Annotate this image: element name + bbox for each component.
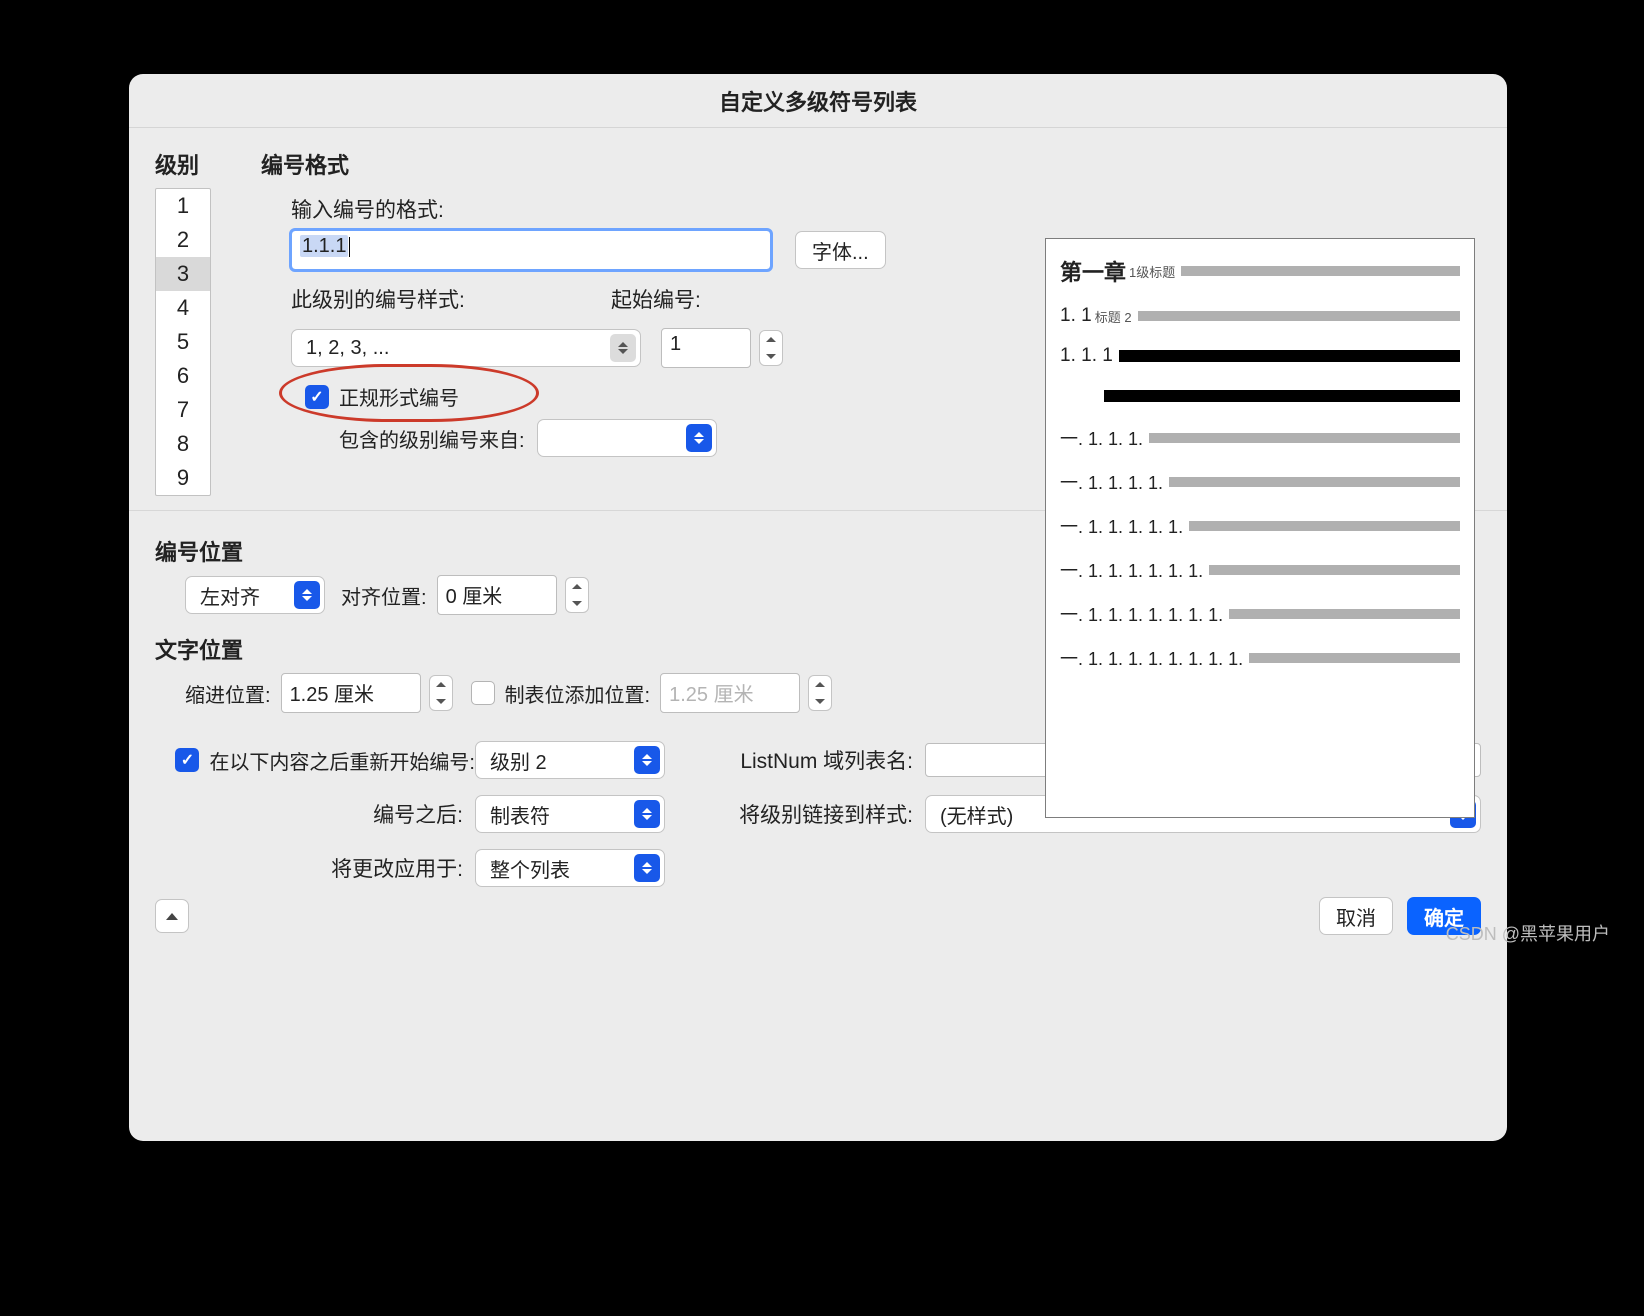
start-at-label: 起始编号: <box>611 284 701 314</box>
level-item-1[interactable]: 1 <box>156 189 210 223</box>
apply-to-value: 整个列表 <box>490 854 570 883</box>
level-item-5[interactable]: 5 <box>156 325 210 359</box>
preview-l1-num: 第一章 <box>1060 255 1126 287</box>
level-item-6[interactable]: 6 <box>156 359 210 393</box>
chevron-updown-icon <box>634 746 660 774</box>
dialog-window: 自定义多级符号列表 级别 1 2 3 4 5 6 7 8 9 <box>129 74 1507 1141</box>
legal-format-checkbox[interactable]: ✓ <box>305 385 329 409</box>
enter-format-label: 输入编号的格式: <box>291 194 444 224</box>
chevron-updown-icon <box>634 800 660 828</box>
alignment-value: 左对齐 <box>200 581 260 610</box>
chevron-updown-icon <box>610 334 636 362</box>
legal-format-label: 正规形式编号 <box>339 382 459 411</box>
number-style-value: 1, 2, 3, ... <box>306 337 389 360</box>
restart-label: 在以下内容之后重新开始编号: <box>209 746 475 775</box>
chevron-updown-icon <box>634 854 660 882</box>
start-at-stepper[interactable] <box>759 330 783 366</box>
watermark: CSDN @黑苹果用户 <box>1446 920 1610 946</box>
restart-checkbox[interactable]: ✓ <box>175 748 199 772</box>
preview-l8: 一. 1. 1. 1. 1. 1. 1. <box>1060 557 1203 583</box>
preview-l1-sub: 1级标题 <box>1129 262 1175 281</box>
link-style-label: 将级别链接到样式: <box>715 799 925 829</box>
preview-l5: 一. 1. 1. 1. <box>1060 425 1143 451</box>
dialog-title: 自定义多级符号列表 <box>129 74 1507 128</box>
include-from-select[interactable] <box>537 419 717 457</box>
preview-pane: 第一章1级标题 1. 1标题 2 1. 1. 1 一. 1. 1. 1. 一. … <box>1045 238 1475 818</box>
apply-to-label: 将更改应用于: <box>155 853 475 883</box>
level-item-2[interactable]: 2 <box>156 223 210 257</box>
preview-l2-num: 1. 1 <box>1060 305 1092 327</box>
preview-l3-num: 1. 1. 1 <box>1060 345 1113 367</box>
align-at-stepper[interactable] <box>565 577 589 613</box>
tab-add-label: 制表位添加位置: <box>505 679 651 708</box>
link-style-value: (无样式) <box>940 800 1013 829</box>
tab-add-input: 1.25 厘米 <box>660 673 800 713</box>
listnum-label: ListNum 域列表名: <box>715 745 925 775</box>
after-number-label: 编号之后: <box>155 799 475 829</box>
indent-at-input[interactable]: 1.25 厘米 <box>281 673 421 713</box>
align-at-input[interactable]: 0 厘米 <box>437 575 557 615</box>
number-style-label: 此级别的编号样式: <box>291 284 591 314</box>
format-header: 编号格式 <box>261 148 965 180</box>
after-number-value: 制表符 <box>490 800 550 829</box>
start-at-input[interactable]: 1 <box>661 328 751 368</box>
preview-l7: 一. 1. 1. 1. 1. 1. <box>1060 513 1183 539</box>
restart-level-select[interactable]: 级别 2 <box>475 741 665 779</box>
preview-l2-sub: 标题 2 <box>1095 307 1132 326</box>
level-item-8[interactable]: 8 <box>156 427 210 461</box>
tab-add-stepper <box>808 675 832 711</box>
cancel-button[interactable]: 取消 <box>1319 897 1393 935</box>
include-from-label: 包含的级别编号来自: <box>339 424 525 453</box>
collapse-button[interactable] <box>155 899 189 933</box>
chevron-updown-icon <box>294 581 320 609</box>
apply-to-select[interactable]: 整个列表 <box>475 849 665 887</box>
number-style-select[interactable]: 1, 2, 3, ... <box>291 329 641 367</box>
level-item-3[interactable]: 3 <box>156 257 210 291</box>
level-item-4[interactable]: 4 <box>156 291 210 325</box>
level-item-9[interactable]: 9 <box>156 461 210 495</box>
preview-l6: 一. 1. 1. 1. 1. <box>1060 469 1163 495</box>
after-number-select[interactable]: 制表符 <box>475 795 665 833</box>
level-header: 级别 <box>155 148 235 180</box>
level-item-7[interactable]: 7 <box>156 393 210 427</box>
number-format-value: 1.1.1 <box>300 235 348 257</box>
font-button[interactable]: 字体... <box>795 231 886 269</box>
restart-level-value: 级别 2 <box>490 746 547 775</box>
level-list[interactable]: 1 2 3 4 5 6 7 8 9 <box>155 188 211 496</box>
alignment-select[interactable]: 左对齐 <box>185 576 325 614</box>
indent-at-label: 缩进位置: <box>185 679 271 708</box>
indent-at-stepper[interactable] <box>429 675 453 711</box>
preview-l9: 一. 1. 1. 1. 1. 1. 1. 1. <box>1060 601 1223 627</box>
tab-add-checkbox[interactable] <box>471 681 495 705</box>
number-format-input[interactable]: 1.1.1 <box>291 230 771 270</box>
align-at-label: 对齐位置: <box>341 581 427 610</box>
chevron-updown-icon <box>686 424 712 452</box>
preview-l10: 一. 1. 1. 1. 1. 1. 1. 1. 1. <box>1060 645 1243 671</box>
text-caret-icon <box>349 237 350 257</box>
